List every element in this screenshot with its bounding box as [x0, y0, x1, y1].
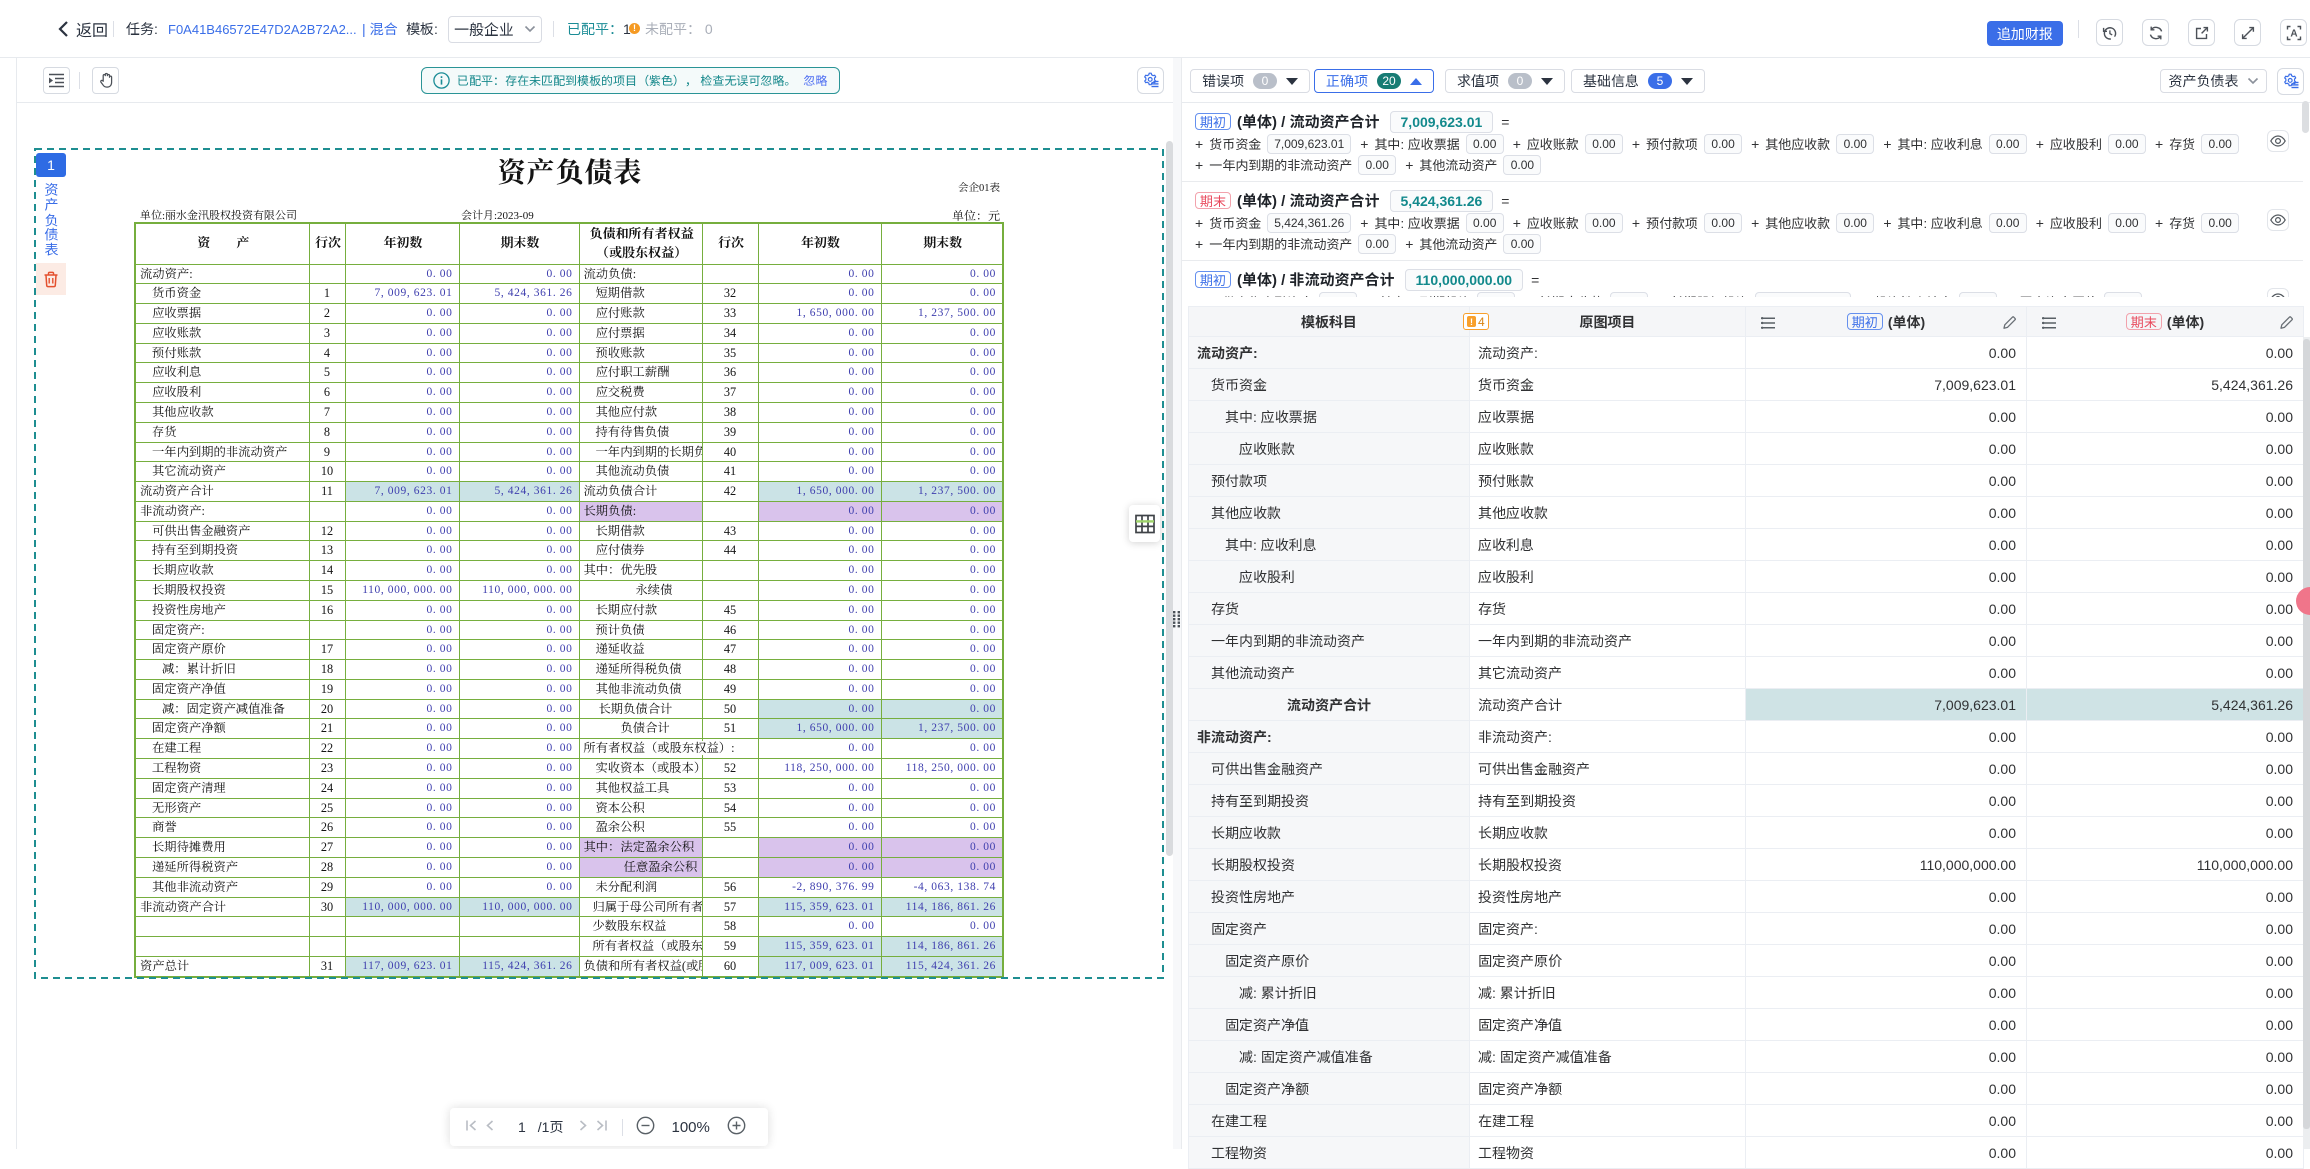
svg-text:A: A: [2290, 28, 2297, 39]
